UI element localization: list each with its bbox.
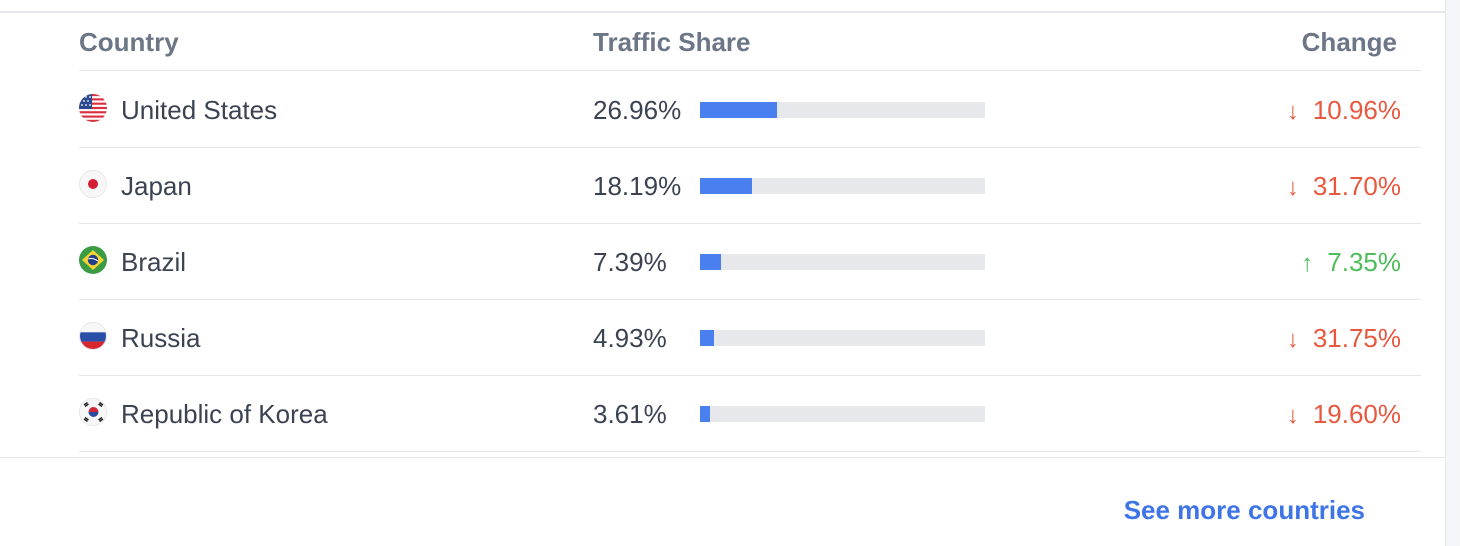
arrow-up-icon: ↑	[1301, 250, 1314, 277]
arrow-down-icon: ↓	[1286, 98, 1299, 125]
change-percent: 31.70%	[1312, 171, 1401, 201]
change-value: ↓ 31.75%	[1287, 322, 1401, 356]
arrow-down-icon: ↓	[1286, 402, 1299, 429]
traffic-share-value: 7.39%	[593, 247, 667, 277]
br-flag-icon	[79, 246, 107, 274]
change-value: ↓ 10.96%	[1287, 94, 1401, 128]
change-percent: 31.75%	[1312, 323, 1401, 353]
country-name: United States	[121, 95, 278, 125]
country-name: Russia	[121, 323, 201, 353]
change-value: ↓ 31.70%	[1287, 170, 1401, 204]
ru-flag-icon	[79, 322, 107, 350]
change-value: ↓ 19.60%	[1287, 398, 1401, 432]
traffic-share-bar-fill	[700, 330, 714, 346]
traffic-share-bar-fill	[700, 406, 710, 422]
jp-flag-icon	[79, 170, 107, 198]
kr-flag-icon	[79, 398, 107, 426]
country-name: Republic of Korea	[121, 399, 328, 429]
country-name: Brazil	[121, 247, 187, 277]
traffic-share-bar	[700, 406, 985, 422]
change-percent: 7.35%	[1327, 247, 1401, 277]
scrollbar-track[interactable]	[1445, 0, 1460, 546]
country-name: Japan	[121, 171, 192, 201]
traffic-share-bar	[700, 330, 985, 346]
change-value: ↑ 7.35%	[1301, 246, 1401, 280]
table-header: Country Traffic Share Change	[79, 13, 1421, 71]
traffic-share-value: 18.19%	[593, 171, 682, 201]
country-traffic-panel: Country Traffic Share Change United Stat…	[0, 0, 1445, 546]
traffic-share-value: 3.61%	[593, 399, 667, 429]
traffic-share-value: 4.93%	[593, 323, 667, 353]
table-row: Republic of Korea 3.61% ↓ 19.60%	[79, 376, 1421, 452]
change-percent: 19.60%	[1312, 399, 1401, 429]
header-traffic-share: Traffic Share	[593, 27, 751, 57]
arrow-down-icon: ↓	[1286, 326, 1299, 353]
traffic-share-bar	[700, 254, 985, 270]
header-country: Country	[79, 27, 179, 57]
traffic-share-value: 26.96%	[593, 95, 682, 125]
see-more-countries-link[interactable]: See more countries	[1124, 493, 1365, 527]
change-percent: 10.96%	[1312, 95, 1401, 125]
traffic-share-bar-fill	[700, 178, 752, 194]
us-flag-icon	[79, 94, 107, 122]
traffic-share-bar-fill	[700, 254, 721, 270]
traffic-share-bar	[700, 178, 985, 194]
table-row: Russia 4.93% ↓ 31.75%	[79, 300, 1421, 376]
header-change: Change	[1301, 27, 1397, 57]
table-row: United States 26.96% ↓ 10.96%	[79, 72, 1421, 148]
traffic-share-bar-fill	[700, 102, 777, 118]
traffic-share-bar	[700, 102, 985, 118]
table-row: Brazil 7.39% ↑ 7.35%	[79, 224, 1421, 300]
arrow-down-icon: ↓	[1286, 174, 1299, 201]
table-row: Japan 18.19% ↓ 31.70%	[79, 148, 1421, 224]
footer-divider	[0, 457, 1445, 458]
